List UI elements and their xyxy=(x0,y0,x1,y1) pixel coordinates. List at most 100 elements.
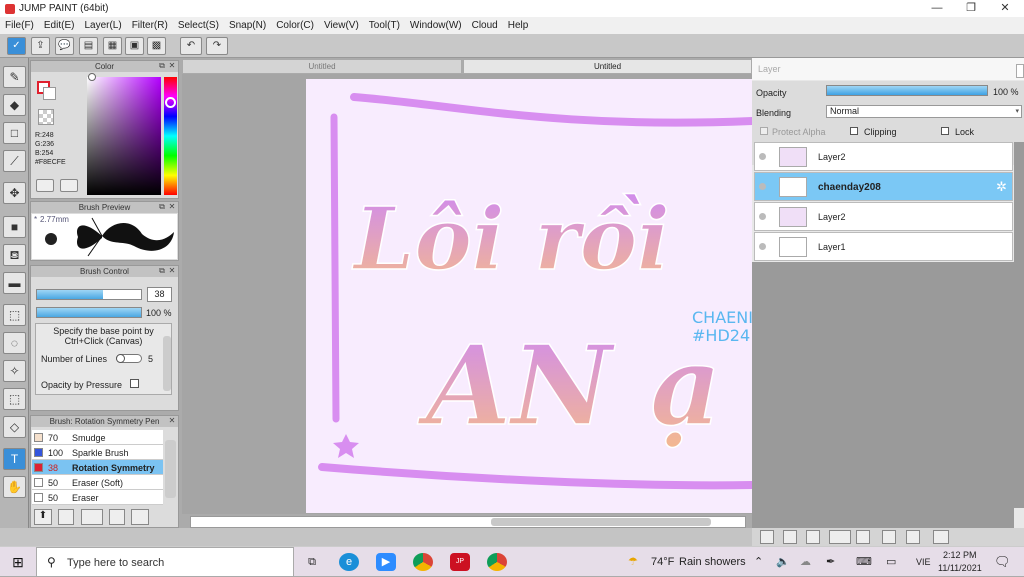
visibility-icon[interactable] xyxy=(759,213,766,220)
undock-icon[interactable]: ⧉ xyxy=(158,62,166,70)
chrome-icon[interactable] xyxy=(413,553,433,571)
layer-row[interactable]: Layer2 xyxy=(754,202,1013,231)
picker-cursor[interactable] xyxy=(88,73,96,81)
panel-scroll-icon[interactable] xyxy=(1016,64,1024,78)
brush-size-input[interactable]: 38 xyxy=(147,287,172,302)
check-icon[interactable]: ✓ xyxy=(7,37,26,55)
undo-icon[interactable]: ↶ xyxy=(180,37,202,55)
color-palette-icon[interactable] xyxy=(36,179,54,192)
notification-icon[interactable]: 🗨 xyxy=(994,554,1011,570)
layer-folder-icon[interactable] xyxy=(856,530,870,544)
lasso-tool-icon[interactable]: ◌ xyxy=(3,332,26,354)
move-tool-icon[interactable]: ✥ xyxy=(3,182,26,204)
undock-icon[interactable]: ⧉ xyxy=(158,267,166,275)
menu-select[interactable]: Select(S) xyxy=(173,20,224,31)
chrome-icon-2[interactable] xyxy=(487,553,507,571)
line-tool-icon[interactable]: ⟋ xyxy=(3,150,26,172)
fill-rect-icon[interactable]: ■ xyxy=(3,216,26,238)
clock-time[interactable]: 2:12 PM xyxy=(943,550,977,560)
tab-untitled-2[interactable]: Untitled xyxy=(463,59,752,74)
weather-text[interactable]: Rain showers xyxy=(679,556,746,568)
visibility-icon[interactable] xyxy=(759,183,766,190)
new-brush-icon[interactable] xyxy=(58,509,74,525)
menu-tool[interactable]: Tool(T) xyxy=(364,20,405,31)
maximize-button[interactable]: ❐ xyxy=(954,0,988,17)
language-indicator[interactable]: VIE xyxy=(916,557,931,567)
weather-temp[interactable]: 74°F xyxy=(651,556,674,568)
layer-copy-icon[interactable] xyxy=(783,530,797,544)
menu-file[interactable]: File(F) xyxy=(0,20,39,31)
gradient-tool-icon[interactable]: ▬ xyxy=(3,272,26,294)
brush-list-item-selected[interactable]: 38 Rotation Symmetry xyxy=(32,460,163,475)
duplicate-layer-icon[interactable] xyxy=(882,530,896,544)
panel-close-icon[interactable]: ✕ xyxy=(168,417,176,425)
comment-icon[interactable]: 💬 xyxy=(55,37,74,55)
menu-help[interactable]: Help xyxy=(503,20,534,31)
hue-cursor[interactable] xyxy=(165,97,176,108)
brush-menu-icon[interactable] xyxy=(81,509,103,525)
select-pen-icon[interactable]: ⬚ xyxy=(3,388,26,410)
layer-row-selected[interactable]: chaenday208 ✲ xyxy=(754,172,1013,201)
menu-cloud[interactable]: Cloud xyxy=(467,20,503,31)
menu-view[interactable]: View(V) xyxy=(319,20,364,31)
transparent-swatch[interactable] xyxy=(38,109,54,125)
hand-tool-icon[interactable]: ✋ xyxy=(3,476,26,498)
layer-opacity-slider[interactable] xyxy=(826,85,988,96)
menu-filter[interactable]: Filter(R) xyxy=(127,20,173,31)
options-scrollbar[interactable] xyxy=(163,336,171,391)
redo-icon[interactable]: ↷ xyxy=(206,37,228,55)
brush-list-item[interactable]: 50 Eraser xyxy=(32,490,163,505)
windows-start-icon[interactable]: ⊞ xyxy=(8,553,28,571)
trash-icon[interactable] xyxy=(933,530,949,544)
pen-icon[interactable]: ✒ xyxy=(826,555,835,568)
select-rect-icon[interactable]: □ xyxy=(3,122,26,144)
text-tool-icon[interactable]: T xyxy=(3,448,26,470)
magic-wand-icon[interactable]: ✧ xyxy=(3,360,26,382)
brush-size-slider[interactable] xyxy=(36,289,142,300)
blending-select[interactable]: Normal ▾ xyxy=(826,105,1022,118)
lock-checkbox[interactable] xyxy=(941,127,949,135)
menu-window[interactable]: Window(W) xyxy=(405,20,467,31)
zoom-app-icon[interactable]: ▶ xyxy=(376,553,396,571)
protect-alpha-checkbox[interactable] xyxy=(760,127,768,135)
new-layer-icon[interactable] xyxy=(760,530,774,544)
layer-list-scrollbar[interactable] xyxy=(1014,142,1024,508)
menu-color[interactable]: Color(C) xyxy=(271,20,319,31)
minimize-button[interactable]: — xyxy=(920,0,954,17)
lines-slider[interactable] xyxy=(116,354,142,363)
color-wheel-icon[interactable] xyxy=(60,179,78,192)
clock-date[interactable]: 11/11/2021 xyxy=(938,563,982,573)
bucket-tool-icon[interactable]: ⛾ xyxy=(3,244,26,266)
share-icon[interactable]: ⇪ xyxy=(31,37,50,55)
brush-list-item[interactable]: 50 Eraser (Soft) xyxy=(32,475,163,490)
panel-close-icon[interactable]: ✕ xyxy=(168,203,176,211)
layer-doc-icon[interactable] xyxy=(806,530,820,544)
layer-row[interactable]: Layer2 xyxy=(754,142,1013,171)
monitor-icon[interactable]: ▭ xyxy=(886,555,896,568)
grid-settings-icon[interactable]: ▩ xyxy=(147,37,166,55)
tab-untitled-1[interactable]: Untitled xyxy=(182,59,462,74)
message-icon[interactable]: ▤ xyxy=(79,37,98,55)
jump-paint-taskbar-icon[interactable]: JP xyxy=(450,553,470,571)
hue-slider[interactable] xyxy=(164,77,177,195)
brush-list-item[interactable]: 100 Sparkle Brush xyxy=(32,445,163,460)
visibility-icon[interactable] xyxy=(759,243,766,250)
eraser-tool-icon[interactable]: ◆ xyxy=(3,94,26,116)
brush-upload-icon[interactable]: ⬆ xyxy=(34,509,52,525)
close-button[interactable]: ✕ xyxy=(988,0,1022,17)
search-box[interactable]: ⚲ Type here to search xyxy=(36,547,294,577)
add-layer-menu-icon[interactable] xyxy=(829,530,851,544)
brush-opacity-slider[interactable] xyxy=(36,307,142,318)
select-eraser-icon[interactable]: ◇ xyxy=(3,416,26,438)
edge-browser-icon[interactable]: e xyxy=(339,553,359,571)
clipping-checkbox[interactable] xyxy=(850,127,858,135)
drawing-canvas[interactable]: Lôi rồi AN ạ CHAENI #HD24 xyxy=(306,79,752,513)
panel-close-icon[interactable]: ✕ xyxy=(168,267,176,275)
panel-close-icon[interactable]: ✕ xyxy=(168,62,176,70)
cloud-icon[interactable]: ☁ xyxy=(800,555,811,568)
task-view-icon[interactable]: ⧉ xyxy=(302,553,322,571)
document-icon[interactable]: ▦ xyxy=(103,37,122,55)
select-dashed-icon[interactable]: ⬚ xyxy=(3,304,26,326)
horizontal-scrollbar[interactable] xyxy=(190,516,746,528)
background-color-swatch[interactable] xyxy=(43,87,56,100)
